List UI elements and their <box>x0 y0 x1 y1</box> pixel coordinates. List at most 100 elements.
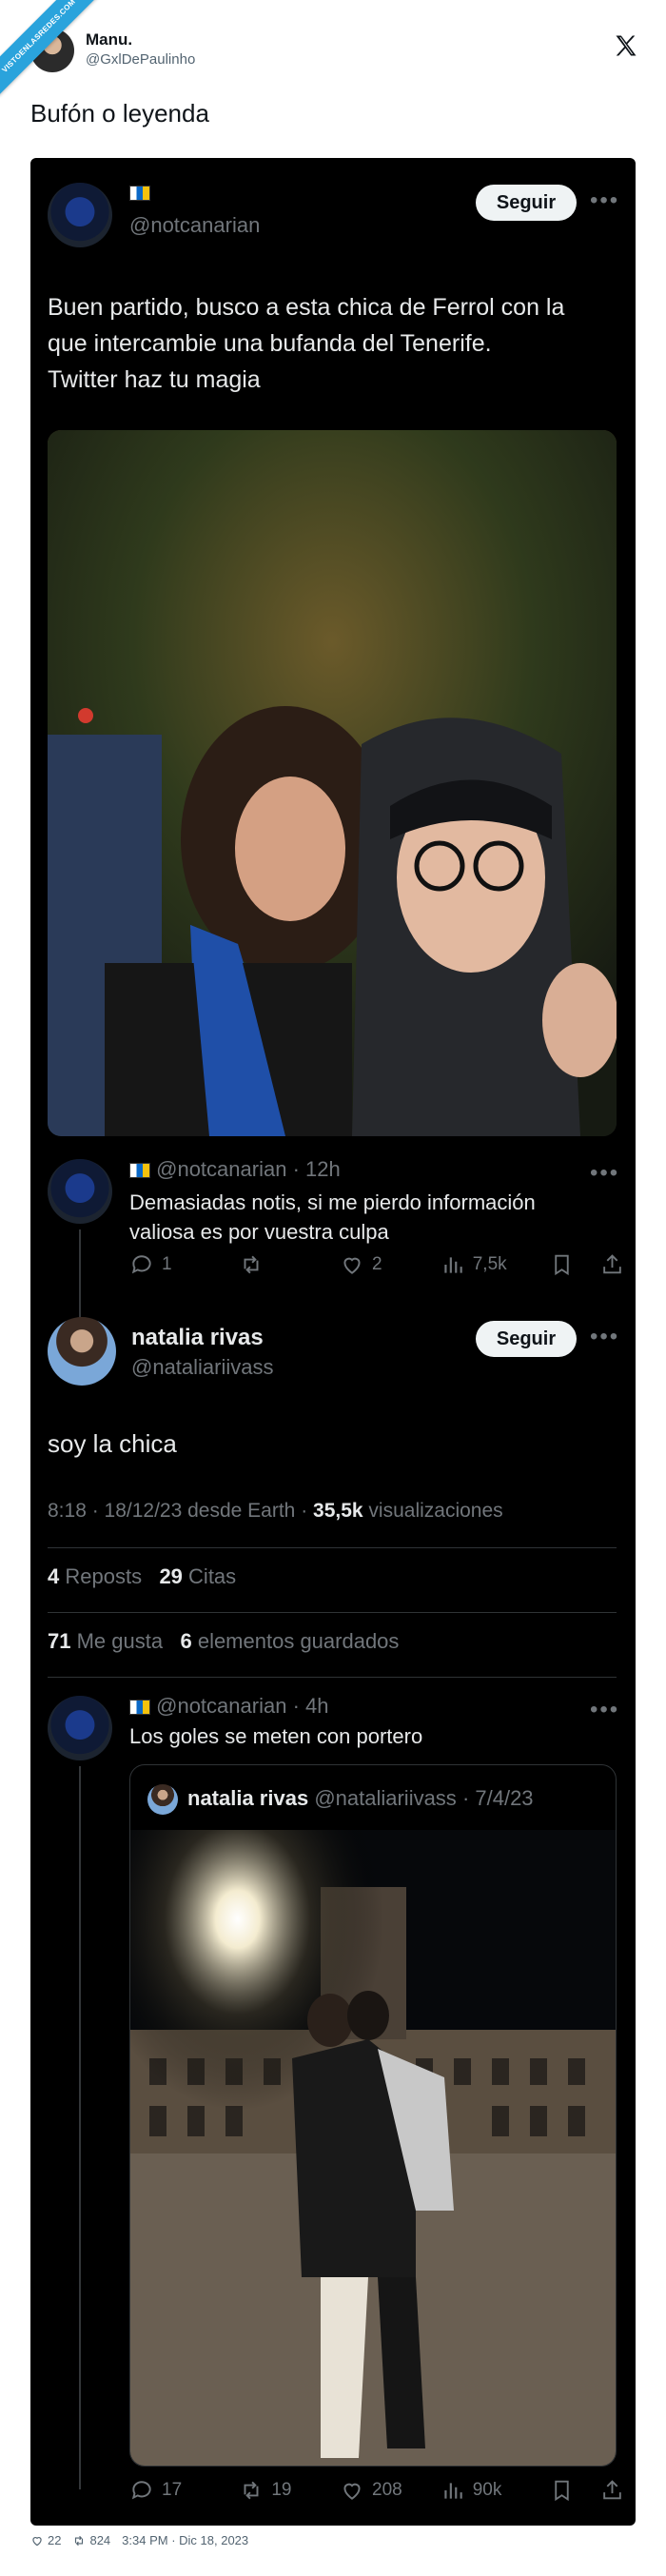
tweet2-repost-stats: 4 Reposts 29 Citas <box>48 1564 236 1589</box>
reply2-avatar[interactable] <box>48 1696 112 1760</box>
likes-label[interactable]: Me gusta <box>77 1629 164 1653</box>
reply-action[interactable]: 1 <box>129 1252 239 1277</box>
reply1-handle[interactable]: @notcanarian <box>156 1157 286 1181</box>
more-options-icon[interactable]: ••• <box>590 1326 619 1348</box>
x-logo-icon[interactable] <box>613 32 639 59</box>
saves-label[interactable]: elementos guardados <box>198 1629 400 1653</box>
quote-handle: @nataliariivass <box>314 1786 457 1810</box>
saves-count[interactable]: 6 <box>180 1629 191 1653</box>
outer-like-group[interactable]: 22 <box>30 2533 61 2547</box>
reply-count: 1 <box>162 1254 172 1274</box>
more-options-icon[interactable]: ••• <box>590 1699 619 1721</box>
heart-icon <box>343 2483 361 2500</box>
outer-tweet-header: Manu. @GxlDePaulinho <box>30 25 639 82</box>
reply-count: 17 <box>162 2480 183 2500</box>
divider <box>48 1612 617 1613</box>
retweet-icon <box>244 1255 259 1274</box>
like-count: 2 <box>372 1254 382 1274</box>
reply1-time: · 12h <box>292 1157 341 1181</box>
tweet1-text-line: que intercambie una bufanda del Tenerife… <box>48 330 492 357</box>
views-icon <box>444 1257 462 1273</box>
quotes-count[interactable]: 29 <box>159 1564 182 1588</box>
thread-line <box>79 1766 81 2489</box>
reply2-text: Los goles se meten con portero <box>129 1724 423 1748</box>
reply1-text: Demasiadas notis, si me pierdo informaci… <box>129 1188 536 1247</box>
natalia-avatar[interactable] <box>48 1317 116 1386</box>
bookmark-icon[interactable] <box>550 1252 574 1277</box>
reply2-header: @notcanarian · 4h <box>129 1694 328 1719</box>
reply2-time: · 4h <box>292 1694 329 1718</box>
outer-like-count: 22 <box>48 2533 62 2547</box>
tweet2-name[interactable]: natalia rivas <box>131 1325 264 1351</box>
quoted-tweet[interactable]: natalia rivas @nataliariivass · 7/4/23 <box>129 1764 617 2467</box>
share-icon[interactable] <box>600 1252 624 1277</box>
quote-name: natalia rivas <box>187 1786 309 1810</box>
tweet2-views: 35,5k <box>313 1500 363 1522</box>
views-icon <box>444 2483 462 2499</box>
divider <box>48 1677 617 1678</box>
reply2-actions: 17 19 208 90k <box>129 2478 624 2503</box>
more-options-icon[interactable]: ••• <box>590 189 619 212</box>
retweet-action[interactable] <box>239 1252 340 1277</box>
tweet-screenshot-card: @notcanarian Seguir ••• Buen partido, bu… <box>30 158 636 2526</box>
reply1-avatar[interactable] <box>48 1159 112 1224</box>
like-action[interactable]: 2 <box>340 1252 441 1277</box>
reply-action[interactable]: 17 <box>129 2478 239 2503</box>
reply1-header: @notcanarian · 12h <box>129 1157 341 1182</box>
reply2-handle[interactable]: @notcanarian <box>156 1694 286 1718</box>
tweet2-meta-time[interactable]: 8:18 · 18/12/23 desde Earth · <box>48 1500 313 1522</box>
bookmark-icon[interactable] <box>550 2478 574 2503</box>
retweet-count: 19 <box>271 2480 292 2500</box>
tweet2-meta: 8:18 · 18/12/23 desde Earth · 35,5k visu… <box>48 1500 503 1523</box>
tweet2-views-label: visualizaciones <box>362 1500 503 1522</box>
reposts-count[interactable]: 4 <box>48 1564 59 1588</box>
notcanarian-avatar[interactable] <box>48 183 112 247</box>
tweet2-text: soy la chica <box>48 1429 177 1458</box>
quote-avatar <box>147 1784 178 1815</box>
follow-button[interactable]: Seguir <box>476 1321 577 1357</box>
views-count: 7,5k <box>472 1254 507 1274</box>
photo-couple-kiss <box>130 1830 616 2466</box>
heart-icon <box>343 1257 361 1274</box>
watermark-ribbon: VISTOENLASREDES.COM <box>0 0 105 105</box>
tweet1-photo[interactable] <box>48 430 617 1136</box>
flag-icon <box>129 1700 150 1716</box>
follow-button[interactable]: Seguir <box>476 185 577 221</box>
quote-date: · 7/4/23 <box>461 1786 534 1810</box>
outer-tweet-footer: 22 824 3:34 PM · Dic 18, 2023 <box>30 2533 248 2547</box>
likes-count[interactable]: 71 <box>48 1629 70 1653</box>
watermark-text: VISTOENLASREDES.COM <box>0 0 99 96</box>
reposts-label[interactable]: Reposts <box>65 1564 142 1588</box>
like-action[interactable]: 208 <box>340 2478 441 2503</box>
reply-icon <box>131 1255 151 1274</box>
photo-couple-scarf <box>48 430 617 1136</box>
tweet2-handle[interactable]: @nataliariivass <box>131 1355 274 1380</box>
tweet1-text-line: Buen partido, busco a esta chica de Ferr… <box>48 294 565 321</box>
retweet-action[interactable]: 19 <box>239 2478 340 2503</box>
flag-icon <box>129 185 150 202</box>
tweet1-text: Buen partido, busco a esta chica de Ferr… <box>48 289 564 398</box>
tweet1-text-line: Twitter haz tu magia <box>48 366 261 393</box>
views-action[interactable]: 90k <box>441 2478 550 2503</box>
heart-icon <box>32 2536 42 2546</box>
like-count: 208 <box>372 2480 402 2500</box>
views-count: 90k <box>472 2480 502 2500</box>
reply1-text-line: valiosa es por vuestra culpa <box>129 1220 389 1244</box>
flag-icon <box>129 1163 150 1179</box>
quote-photo[interactable] <box>130 1830 616 2466</box>
outer-retweet-group[interactable]: 824 <box>72 2533 110 2547</box>
tweet2-like-stats: 71 Me gusta 6 elementos guardados <box>48 1629 399 1654</box>
quote-header: natalia rivas @nataliariivass · 7/4/23 <box>187 1786 534 1811</box>
more-options-icon[interactable]: ••• <box>590 1162 619 1185</box>
reply1-text-line: Demasiadas notis, si me pierdo informaci… <box>129 1190 536 1214</box>
reply1-actions: 1 2 7,5k <box>129 1252 624 1277</box>
tweet1-handle[interactable]: @notcanarian <box>129 213 260 238</box>
retweet-icon <box>75 2535 84 2546</box>
share-icon[interactable] <box>600 2478 624 2503</box>
quotes-label[interactable]: Citas <box>188 1564 236 1588</box>
outer-timestamp[interactable]: 3:34 PM · Dic 18, 2023 <box>122 2533 248 2547</box>
views-action[interactable]: 7,5k <box>441 1252 550 1277</box>
divider <box>48 1547 617 1548</box>
retweet-icon <box>244 2481 259 2500</box>
outer-retweet-count: 824 <box>89 2533 111 2547</box>
